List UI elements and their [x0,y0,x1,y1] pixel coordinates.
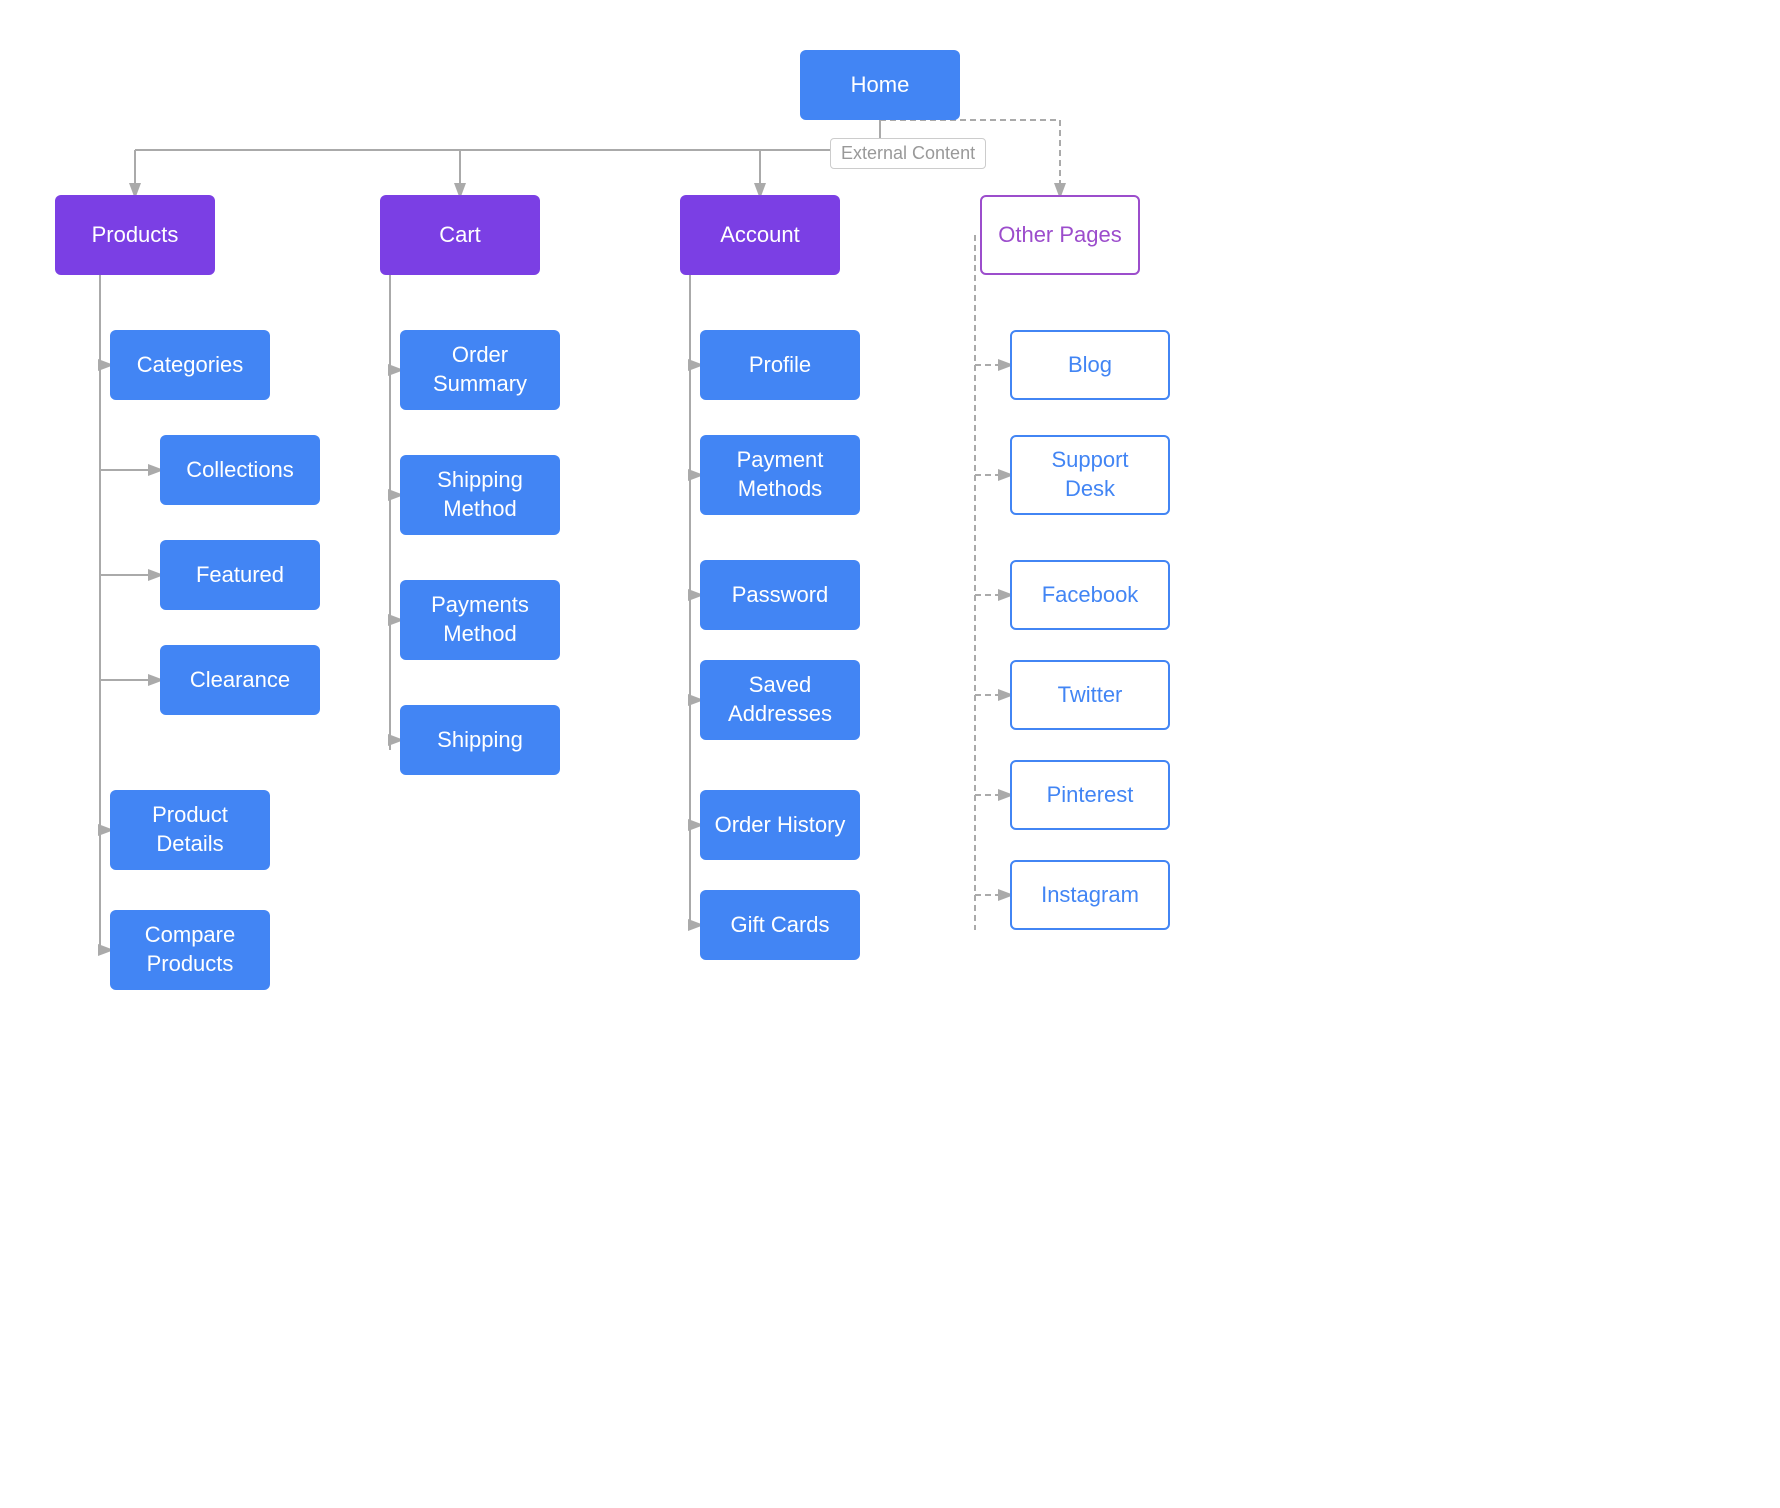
other-pages-node: Other Pages [980,195,1140,275]
blog-node: Blog [1010,330,1170,400]
profile-node: Profile [700,330,860,400]
compare-products-node: Compare Products [110,910,270,990]
password-node: Password [700,560,860,630]
site-map-diagram: Home Products Cart Account Other Pages E… [0,0,1780,1508]
facebook-node: Facebook [1010,560,1170,630]
shipping-method-node: Shipping Method [400,455,560,535]
collections-node: Collections [160,435,320,505]
payments-method-node: Payments Method [400,580,560,660]
account-node: Account [680,195,840,275]
gift-cards-node: Gift Cards [700,890,860,960]
order-summary-node: Order Summary [400,330,560,410]
products-node: Products [55,195,215,275]
saved-addresses-node: Saved Addresses [700,660,860,740]
twitter-node: Twitter [1010,660,1170,730]
shipping-node: Shipping [400,705,560,775]
featured-node: Featured [160,540,320,610]
order-history-node: Order History [700,790,860,860]
cart-node: Cart [380,195,540,275]
pinterest-node: Pinterest [1010,760,1170,830]
clearance-node: Clearance [160,645,320,715]
categories-node: Categories [110,330,270,400]
instagram-node: Instagram [1010,860,1170,930]
connector-lines [0,0,1780,1508]
payment-methods-node: Payment Methods [700,435,860,515]
home-node: Home [800,50,960,120]
external-content-label: External Content [830,138,986,169]
product-details-node: Product Details [110,790,270,870]
support-desk-node: Support Desk [1010,435,1170,515]
